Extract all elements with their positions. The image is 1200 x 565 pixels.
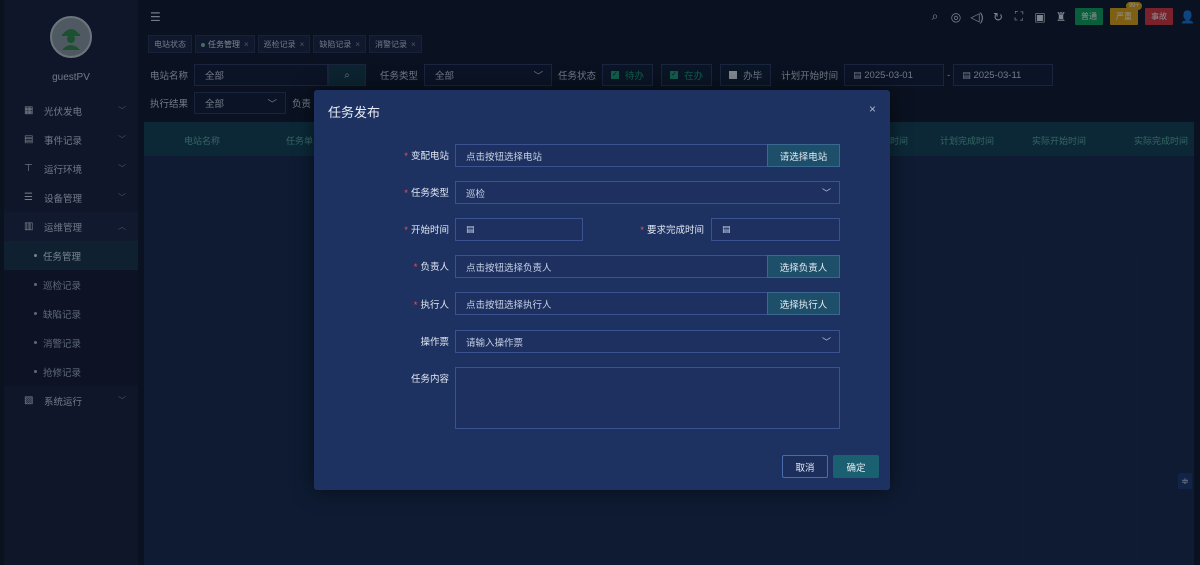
deadline-label: * 要求完成时间 bbox=[569, 222, 704, 236]
required-mark: * bbox=[413, 300, 418, 311]
task-type-value: 巡检 bbox=[466, 188, 486, 200]
required-mark: * bbox=[640, 225, 644, 236]
deadline-input[interactable]: ▤ bbox=[711, 218, 840, 241]
label-text: 开始时间 bbox=[410, 225, 449, 236]
chevron-down-icon: ﹀ bbox=[821, 188, 831, 198]
content-label: 任务内容 bbox=[410, 374, 449, 385]
calendar-icon: ▤ bbox=[466, 224, 475, 234]
chevron-down-icon: ﹀ bbox=[821, 337, 831, 347]
task-type-select[interactable]: 巡检 ﹀ bbox=[455, 181, 840, 204]
required-mark: * bbox=[413, 262, 418, 273]
task-publish-dialog: 任务发布 × * 变配电站 点击按钮选择电站 请选择电站 * 任务类型 巡检 ﹀ * 开… bbox=[314, 90, 890, 490]
ticket-placeholder: 请输入操作票 bbox=[466, 337, 524, 349]
required-mark: * bbox=[404, 225, 408, 236]
executor-label: * 执行人 bbox=[314, 297, 449, 311]
select-executor-button[interactable]: 选择执行人 bbox=[767, 292, 840, 315]
cancel-button[interactable]: 取消 bbox=[782, 455, 828, 478]
select-station-button[interactable]: 请选择电站 bbox=[767, 144, 840, 167]
ticket-select[interactable]: 请输入操作票 ﹀ bbox=[455, 330, 840, 353]
confirm-button[interactable]: 确定 bbox=[833, 455, 879, 478]
executor-field[interactable]: 点击按钮选择执行人 bbox=[455, 292, 768, 315]
required-mark: * bbox=[404, 188, 408, 199]
label-text: 变配电站 bbox=[410, 151, 449, 162]
close-icon[interactable]: × bbox=[869, 102, 876, 116]
owner-placeholder: 点击按钮选择负责人 bbox=[466, 262, 552, 274]
label-text: 负责人 bbox=[420, 262, 449, 273]
owner-label: * 负责人 bbox=[314, 259, 449, 273]
label-text: 执行人 bbox=[420, 300, 449, 311]
substation-field[interactable]: 点击按钮选择电站 bbox=[455, 144, 768, 167]
start-time-input[interactable]: ▤ bbox=[455, 218, 583, 241]
ticket-label: 操作票 bbox=[420, 337, 449, 348]
start-time-label: * 开始时间 bbox=[314, 222, 449, 236]
calendar-icon: ▤ bbox=[722, 224, 731, 234]
dialog-title: 任务发布 bbox=[328, 105, 381, 120]
label-text: 任务类型 bbox=[410, 188, 449, 199]
label-text: 要求完成时间 bbox=[646, 225, 704, 236]
task-type-label: * 任务类型 bbox=[314, 185, 449, 199]
task-content-textarea[interactable] bbox=[455, 367, 840, 429]
substation-placeholder: 点击按钮选择电站 bbox=[466, 151, 543, 163]
owner-field[interactable]: 点击按钮选择负责人 bbox=[455, 255, 768, 278]
substation-label: * 变配电站 bbox=[314, 148, 449, 162]
required-mark: * bbox=[404, 151, 408, 162]
executor-placeholder: 点击按钮选择执行人 bbox=[466, 299, 552, 311]
select-owner-button[interactable]: 选择负责人 bbox=[767, 255, 840, 278]
